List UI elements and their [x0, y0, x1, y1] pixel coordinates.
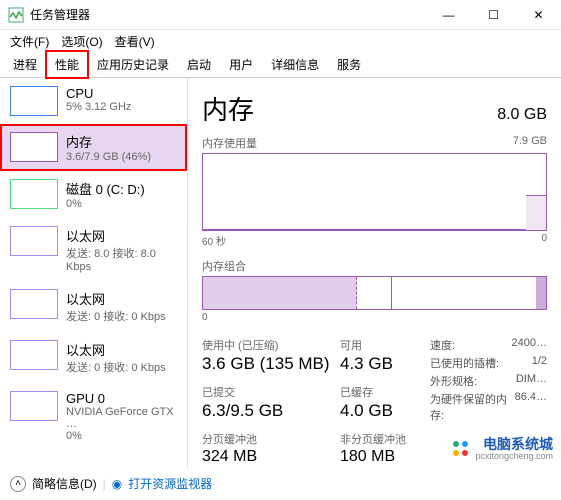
net-thumb-icon	[10, 226, 58, 256]
stat-paged-value: 324 MB	[202, 448, 340, 466]
sidebar-detail: 发送: 8.0 接收: 8.0 Kbps	[66, 245, 177, 273]
disk-thumb-icon	[10, 179, 58, 209]
stat-slots-label: 已使用的插槽:	[430, 355, 499, 371]
usage-max: 7.9 GB	[513, 135, 547, 151]
sidebar-item-ethernet-1[interactable]: 以太网发送: 0 接收: 0 Kbps	[0, 281, 187, 332]
tab-users[interactable]: 用户	[220, 51, 262, 78]
sidebar-detail: 5% 3.12 GHz	[66, 101, 131, 113]
close-button[interactable]: ✕	[516, 0, 561, 30]
sidebar-detail: 3.6/7.9 GB (46%)	[66, 151, 151, 163]
tab-details[interactable]: 详细信息	[262, 51, 328, 78]
stat-reserved-label: 为硬件保留的内存:	[430, 391, 515, 423]
sidebar-item-gpu[interactable]: GPU 0NVIDIA GeForce GTX …0%	[0, 383, 187, 450]
sidebar-label: 以太网	[66, 289, 166, 308]
memory-thumb-icon	[10, 132, 58, 162]
open-resmon-link[interactable]: 打开资源监视器	[128, 475, 212, 492]
sidebar-item-cpu[interactable]: CPU5% 3.12 GHz	[0, 78, 187, 124]
stat-nonpaged-label: 非分页缓冲池	[340, 431, 430, 447]
sidebar-detail: 发送: 0 接收: 0 Kbps	[66, 308, 166, 324]
resmon-icon: ◉	[112, 477, 122, 491]
axis-right: 0	[541, 233, 547, 248]
stat-committed-label: 已提交	[202, 384, 340, 400]
axis-zero: 0	[202, 312, 208, 323]
footer: ˄ 简略信息(D) | ◉ 打开资源监视器	[10, 475, 212, 492]
sidebar-label: 磁盘 0 (C: D:)	[66, 179, 145, 198]
stat-cached-value: 4.0 GB	[340, 401, 430, 421]
stat-available-value: 4.3 GB	[340, 354, 430, 374]
net-thumb-icon	[10, 340, 58, 370]
menu-view[interactable]: 查看(V)	[111, 31, 159, 52]
memory-total: 8.0 GB	[497, 106, 547, 124]
stat-committed-value: 6.3/9.5 GB	[202, 401, 340, 421]
menubar: 文件(F) 选项(O) 查看(V)	[0, 30, 561, 52]
tab-services[interactable]: 服务	[328, 51, 370, 78]
minimize-button[interactable]: —	[426, 0, 471, 30]
watermark: 电脑系统城 pcxitongcheng.com	[475, 437, 553, 462]
chevron-up-icon[interactable]: ˄	[10, 476, 26, 492]
page-title: 内存	[202, 90, 254, 127]
composition-label: 内存组合	[202, 258, 547, 274]
sidebar-item-memory[interactable]: 内存3.6/7.9 GB (46%)	[0, 124, 187, 171]
stat-inuse-label: 使用中 (已压缩)	[202, 337, 340, 353]
content: CPU5% 3.12 GHz 内存3.6/7.9 GB (46%) 磁盘 0 (…	[0, 78, 561, 468]
stat-cached-label: 已缓存	[340, 384, 430, 400]
sidebar-item-ethernet-0[interactable]: 以太网发送: 8.0 接收: 8.0 Kbps	[0, 218, 187, 281]
tab-bar: 进程 性能 应用历史记录 启动 用户 详细信息 服务	[0, 52, 561, 78]
gpu-thumb-icon	[10, 391, 58, 421]
fewer-details-link[interactable]: 简略信息(D)	[32, 475, 97, 492]
maximize-button[interactable]: ☐	[471, 0, 516, 30]
stat-available-label: 可用	[340, 337, 430, 353]
app-icon	[8, 7, 24, 23]
tab-startup[interactable]: 启动	[178, 51, 220, 78]
stat-form-value: DIM…	[516, 373, 547, 389]
cpu-thumb-icon	[10, 86, 58, 116]
stat-slots-value: 1/2	[532, 355, 547, 371]
sidebar-detail: 发送: 0 接收: 0 Kbps	[66, 359, 166, 375]
sidebar-label: 以太网	[66, 340, 166, 359]
memory-composition-bar	[202, 276, 547, 310]
sidebar-label: CPU	[66, 86, 131, 101]
stat-speed-label: 速度:	[430, 337, 455, 353]
sidebar-item-ethernet-2[interactable]: 以太网发送: 0 接收: 0 Kbps	[0, 332, 187, 383]
memory-usage-chart	[202, 153, 547, 231]
main-panel: 内存 8.0 GB 内存使用量 7.9 GB 60 秒 0 内存组合 0 使用中 (…	[188, 78, 561, 468]
sidebar-detail: 0%	[66, 198, 145, 210]
net-thumb-icon	[10, 289, 58, 319]
sidebar-detail: 0%	[66, 430, 177, 442]
sidebar-label: 内存	[66, 132, 151, 151]
sidebar-label: GPU 0	[66, 391, 177, 406]
sidebar-detail: NVIDIA GeForce GTX …	[66, 406, 177, 430]
usage-label: 内存使用量	[202, 135, 257, 151]
sidebar-item-disk[interactable]: 磁盘 0 (C: D:)0%	[0, 171, 187, 218]
stat-speed-value: 2400…	[512, 337, 547, 353]
sidebar-label: 以太网	[66, 226, 177, 245]
axis-left: 60 秒	[202, 233, 226, 248]
stat-form-label: 外形规格:	[430, 373, 477, 389]
stat-paged-label: 分页缓冲池	[202, 431, 340, 447]
window-controls: — ☐ ✕	[426, 0, 561, 30]
stat-inuse-value: 3.6 GB (135 MB)	[202, 354, 340, 374]
tab-processes[interactable]: 进程	[4, 51, 46, 78]
menu-file[interactable]: 文件(F)	[6, 31, 53, 52]
stat-nonpaged-value: 180 MB	[340, 448, 430, 466]
tab-app-history[interactable]: 应用历史记录	[88, 51, 178, 78]
tab-performance[interactable]: 性能	[46, 51, 88, 78]
menu-options[interactable]: 选项(O)	[57, 31, 106, 52]
stat-reserved-value: 86.4…	[515, 391, 547, 423]
sidebar: CPU5% 3.12 GHz 内存3.6/7.9 GB (46%) 磁盘 0 (…	[0, 78, 188, 468]
window-title: 任务管理器	[30, 6, 426, 23]
titlebar: 任务管理器 — ☐ ✕	[0, 0, 561, 30]
